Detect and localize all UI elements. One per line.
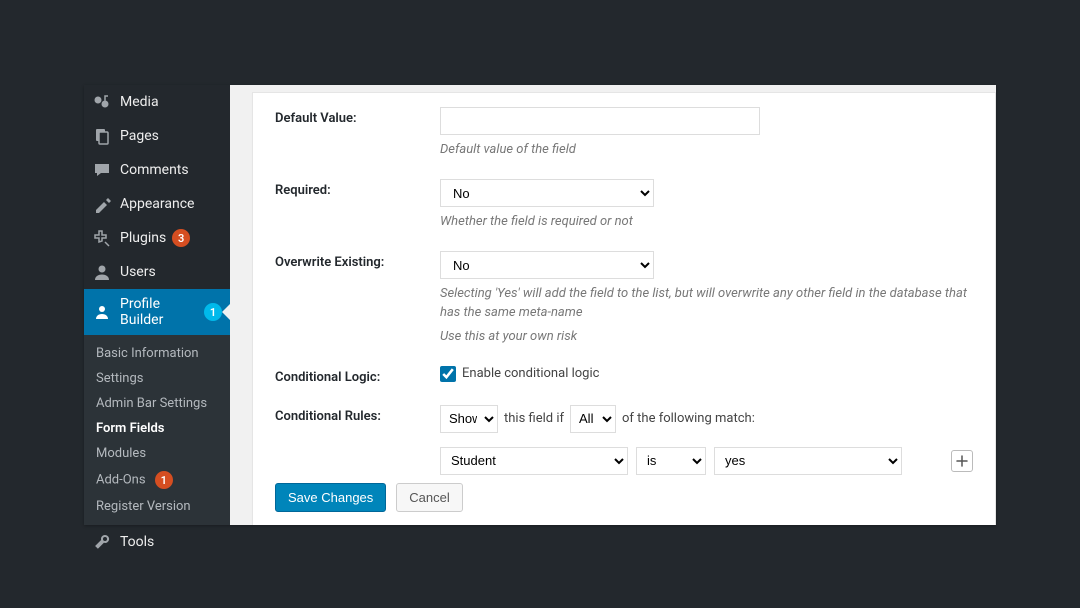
menu-appearance[interactable]: Appearance bbox=[84, 187, 230, 221]
select-overwrite[interactable]: No bbox=[440, 251, 654, 279]
profile-builder-badge: 1 bbox=[204, 303, 222, 321]
desc-overwrite: Selecting 'Yes' will add the field to th… bbox=[440, 285, 973, 321]
submenu-admin-bar[interactable]: Admin Bar Settings bbox=[84, 391, 230, 416]
select-rule-field[interactable]: Student bbox=[440, 447, 628, 475]
submenu-register-version[interactable]: Register Version bbox=[84, 494, 230, 519]
profile-builder-submenu: Basic Information Settings Admin Bar Set… bbox=[84, 335, 230, 525]
menu-label: Plugins bbox=[120, 230, 166, 246]
content-area: Default Value: Default value of the fiel… bbox=[230, 85, 996, 525]
media-icon bbox=[92, 92, 112, 112]
label-cond-logic: Conditional Logic: bbox=[275, 366, 440, 385]
select-rule-op[interactable]: is bbox=[636, 447, 706, 475]
select-rule-scope[interactable]: All bbox=[570, 405, 616, 433]
label-required: Required: bbox=[275, 179, 440, 231]
rule-text-1: this field if bbox=[504, 411, 564, 426]
menu-pages[interactable]: Pages bbox=[84, 119, 230, 153]
menu-tools[interactable]: Tools bbox=[84, 525, 230, 559]
menu-label: Comments bbox=[120, 162, 189, 178]
submenu-addons[interactable]: Add-Ons 1 bbox=[84, 466, 230, 494]
tools-icon bbox=[92, 532, 112, 552]
submenu-form-fields[interactable]: Form Fields bbox=[84, 416, 230, 441]
select-rule-action[interactable]: Show bbox=[440, 405, 498, 433]
menu-profile-builder[interactable]: Profile Builder 1 bbox=[84, 289, 230, 335]
label-cond-rules: Conditional Rules: bbox=[275, 405, 440, 475]
menu-plugins[interactable]: Plugins 3 bbox=[84, 221, 230, 255]
menu-label: Appearance bbox=[120, 196, 194, 212]
checkbox-cond-logic[interactable] bbox=[440, 366, 456, 382]
menu-label: Profile Builder bbox=[120, 296, 198, 328]
comments-icon bbox=[92, 160, 112, 180]
admin-sidebar: Media Pages Comments Appearance Plugi bbox=[84, 85, 230, 525]
select-required[interactable]: No bbox=[440, 179, 654, 207]
menu-label: Users bbox=[120, 264, 156, 280]
desc-required: Whether the field is required or not bbox=[440, 213, 973, 231]
pages-icon bbox=[92, 126, 112, 146]
addons-badge: 1 bbox=[155, 471, 173, 489]
appearance-icon bbox=[92, 194, 112, 214]
form-panel: Default Value: Default value of the fiel… bbox=[252, 92, 996, 525]
label-overwrite: Overwrite Existing: bbox=[275, 251, 440, 346]
desc-overwrite-2: Use this at your own risk bbox=[440, 328, 973, 346]
menu-users[interactable]: Users bbox=[84, 255, 230, 289]
menu-label: Tools bbox=[120, 534, 154, 550]
plugins-badge: 3 bbox=[172, 229, 190, 247]
menu-media[interactable]: Media bbox=[84, 85, 230, 119]
plus-icon bbox=[956, 455, 968, 467]
label-default-value: Default Value: bbox=[275, 107, 440, 159]
submenu-modules[interactable]: Modules bbox=[84, 441, 230, 466]
plugins-icon bbox=[92, 228, 112, 248]
select-rule-value[interactable]: yes bbox=[714, 447, 902, 475]
save-button[interactable]: Save Changes bbox=[275, 483, 386, 512]
checkbox-row-cond-logic[interactable]: Enable conditional logic bbox=[440, 366, 973, 382]
users-icon bbox=[92, 262, 112, 282]
add-rule-button[interactable] bbox=[951, 450, 973, 472]
checkbox-label-cond-logic: Enable conditional logic bbox=[462, 366, 599, 381]
submenu-basic-info[interactable]: Basic Information bbox=[84, 341, 230, 366]
desc-default-value: Default value of the field bbox=[440, 141, 973, 159]
submenu-settings[interactable]: Settings bbox=[84, 366, 230, 391]
menu-label: Pages bbox=[120, 128, 159, 144]
profile-builder-icon bbox=[92, 302, 112, 322]
rule-text-2: of the following match: bbox=[622, 411, 755, 426]
cancel-button[interactable]: Cancel bbox=[396, 483, 462, 512]
input-default-value[interactable] bbox=[440, 107, 760, 135]
menu-comments[interactable]: Comments bbox=[84, 153, 230, 187]
menu-label: Media bbox=[120, 94, 159, 110]
